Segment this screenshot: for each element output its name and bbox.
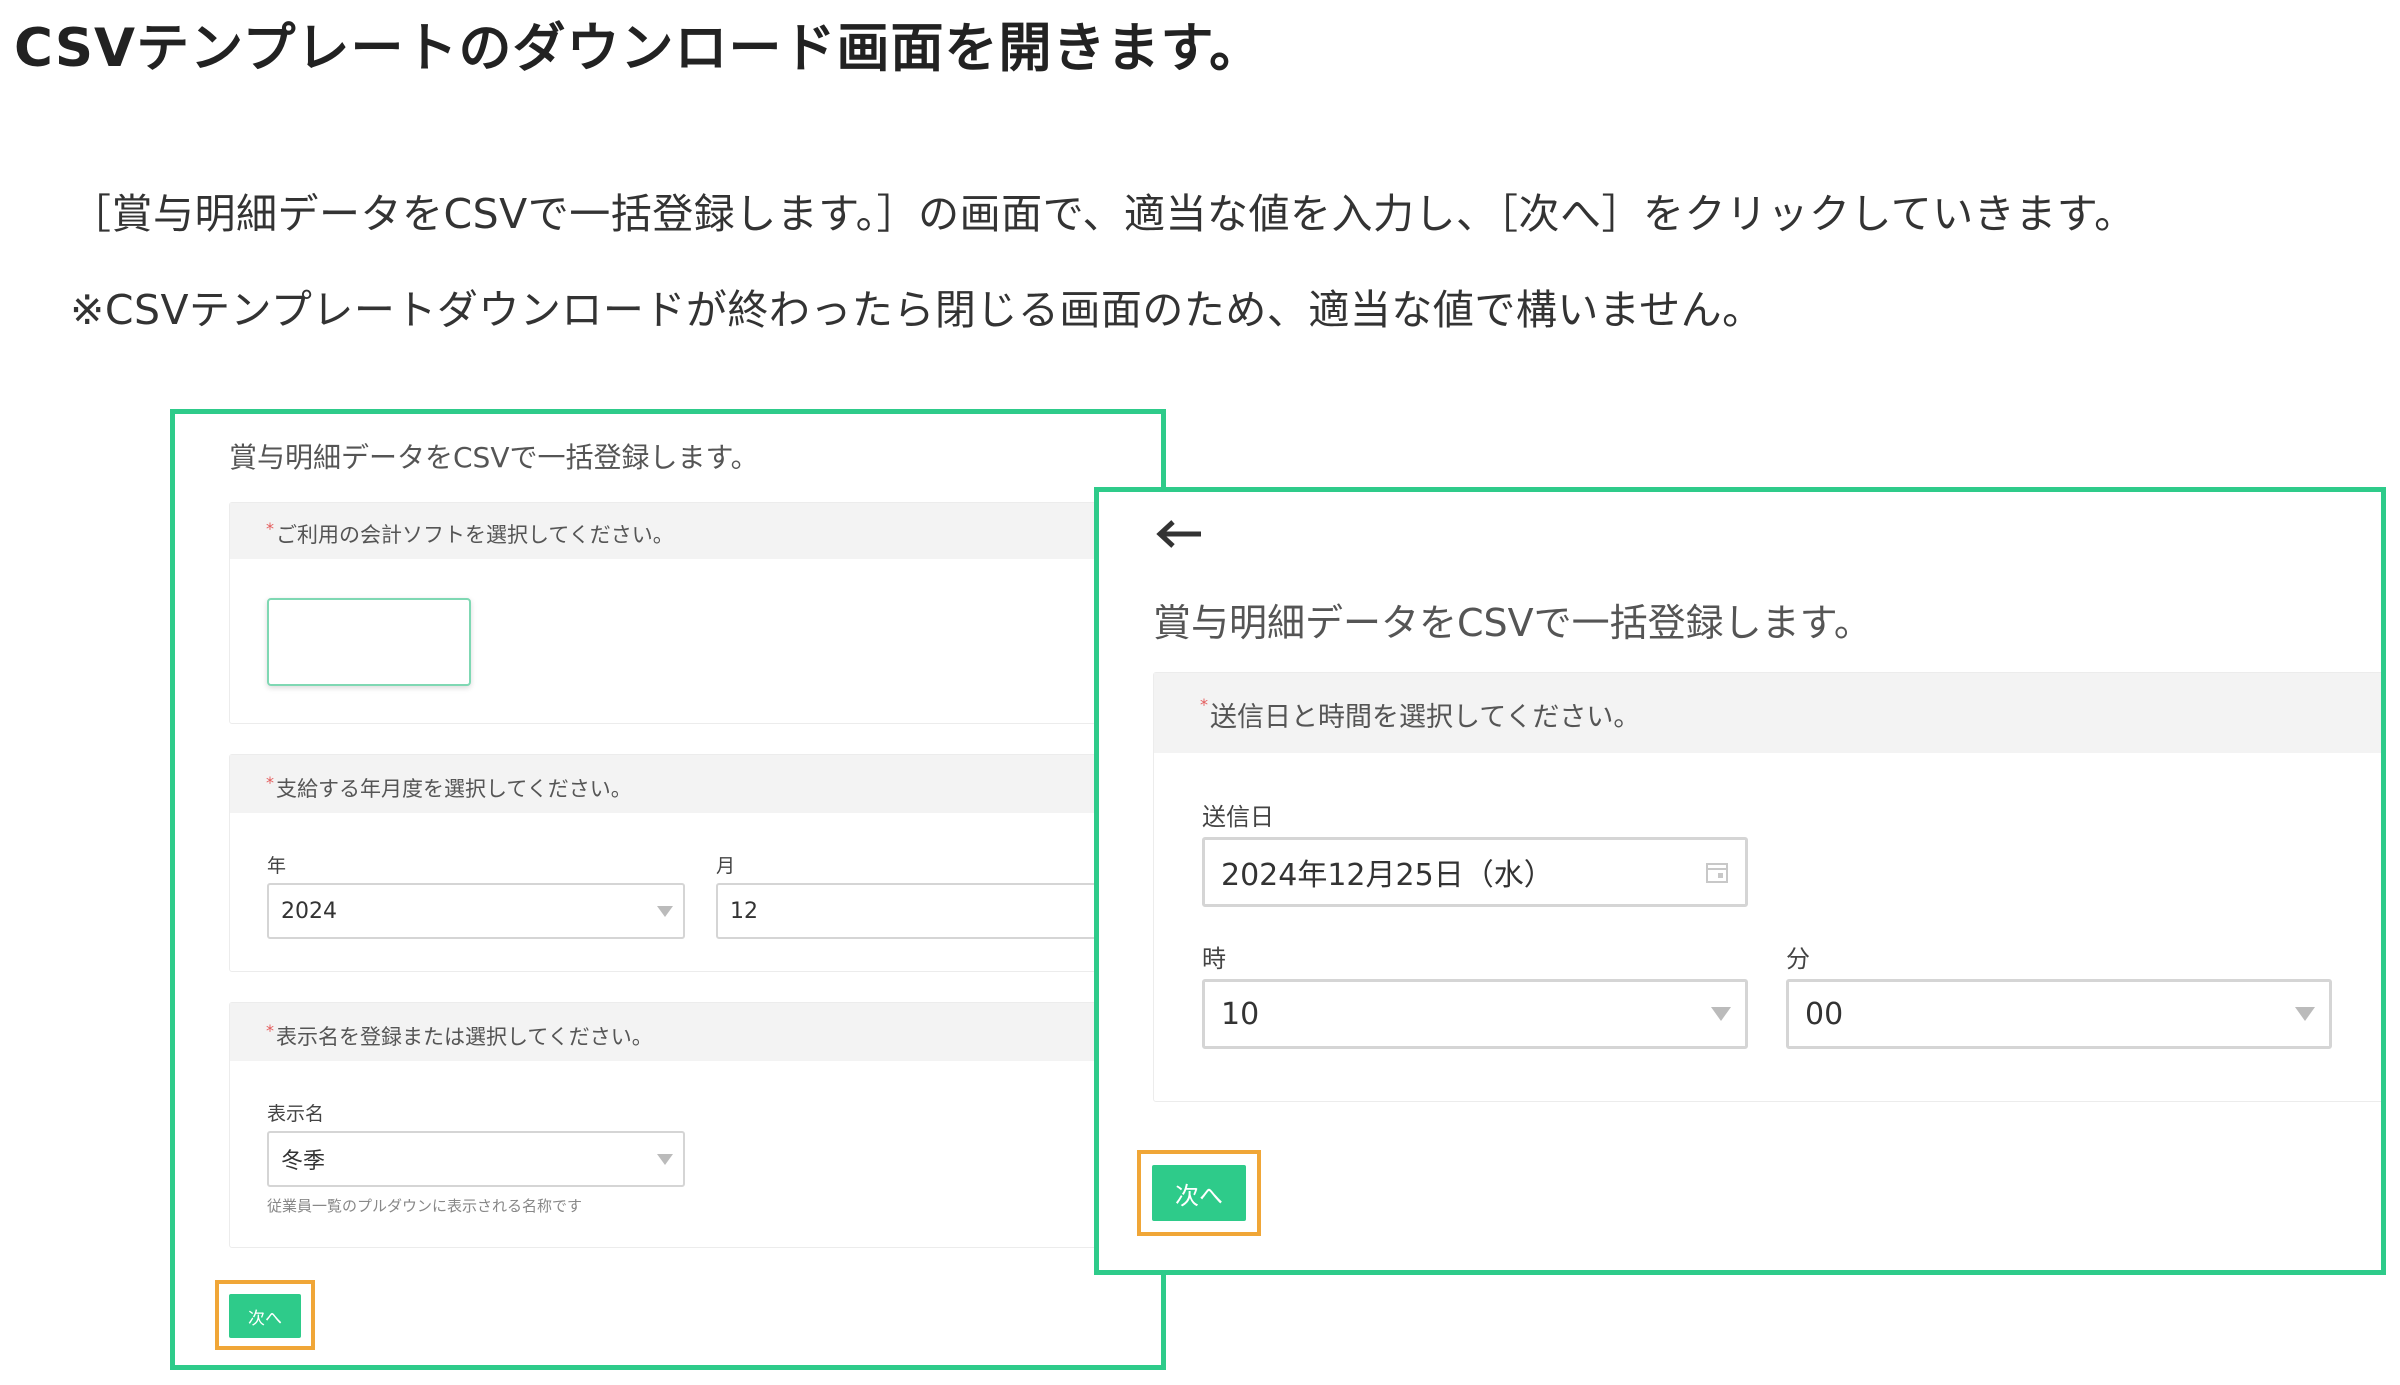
arrow-left-icon[interactable]: [1153, 514, 1203, 554]
chevron-down-icon: [1711, 1007, 1731, 1021]
required-mark: *: [266, 1021, 274, 1040]
instruction-text: ［賞与明細データをCSVで一括登録します。］の画面で、適当な値を入力し、［次へ］…: [70, 190, 2136, 238]
year-select[interactable]: 2024: [267, 883, 685, 939]
bonus-csv-step1-panel: 賞与明細データをCSVで一括登録します。 *ご利用の会計ソフトを選択してください…: [170, 409, 1166, 1370]
page-heading: CSVテンプレートのダウンロード画面を開きます。: [14, 18, 1264, 79]
display-name-section: *表示名を登録または選択してください。 表示名 冬季 従業員一覧のプルダウンに表…: [229, 1002, 1161, 1248]
display-name-select[interactable]: 冬季: [267, 1131, 685, 1187]
hour-label: 時: [1202, 945, 1226, 973]
section-label: *表示名を登録または選択してください。: [266, 1021, 653, 1049]
display-name-hint: 従業員一覧のプルダウンに表示される名称です: [267, 1197, 583, 1215]
next-button-highlight: 次へ: [1137, 1150, 1261, 1236]
required-mark: *: [1200, 695, 1208, 714]
next-button[interactable]: 次へ: [1152, 1165, 1246, 1221]
panel-title: 賞与明細データをCSVで一括登録します。: [1153, 601, 1872, 645]
next-button[interactable]: 次へ: [229, 1294, 301, 1338]
minute-select[interactable]: 00: [1786, 979, 2332, 1049]
panel-title: 賞与明細データをCSVで一括登録します。: [229, 441, 759, 474]
minute-label: 分: [1786, 945, 1810, 973]
chevron-down-icon: [2295, 1007, 2315, 1021]
payment-month-section: *支給する年月度を選択してください。 年 2024 月 12: [229, 754, 1161, 972]
year-label: 年: [267, 855, 287, 877]
section-label: *ご利用の会計ソフトを選択してください。: [266, 519, 674, 547]
month-label: 月: [716, 855, 736, 877]
note-text: ※CSVテンプレートダウンロードが終わったら閉じる画面のため、適当な値で構いませ…: [70, 286, 1764, 334]
display-name-label: 表示名: [267, 1103, 325, 1125]
bonus-csv-step2-panel: 賞与明細データをCSVで一括登録します。 *送信日と時間を選択してください。 送…: [1094, 487, 2386, 1275]
next-button-highlight: 次へ: [215, 1280, 315, 1350]
send-date-input[interactable]: 2024年12月25日（水）: [1202, 837, 1748, 907]
chevron-down-icon: [657, 1154, 673, 1165]
hour-select[interactable]: 10: [1202, 979, 1748, 1049]
required-mark: *: [266, 519, 274, 538]
chevron-down-icon: [657, 906, 673, 917]
accounting-software-option[interactable]: [267, 598, 471, 686]
accounting-software-section: *ご利用の会計ソフトを選択してください。: [229, 502, 1161, 724]
calendar-icon: [1706, 863, 1728, 883]
required-mark: *: [266, 773, 274, 792]
send-datetime-section: *送信日と時間を選択してください。 送信日 2024年12月25日（水） 時 1…: [1153, 672, 2381, 1102]
section-label: *送信日と時間を選択してください。: [1200, 695, 1641, 733]
send-date-label: 送信日: [1202, 803, 1274, 831]
section-label: *支給する年月度を選択してください。: [266, 773, 632, 801]
